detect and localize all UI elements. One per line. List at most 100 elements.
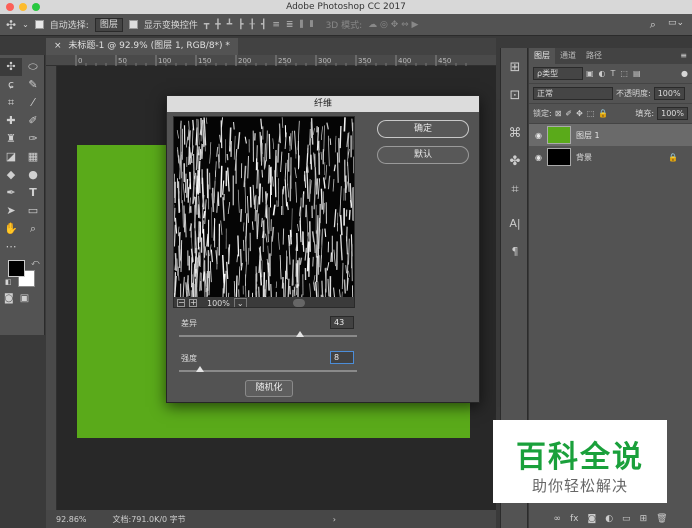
close-icon[interactable] [6,3,14,11]
workspace-icon[interactable]: ▭⌄ [668,18,684,32]
crop-tool-icon[interactable]: ⌗ [0,94,22,112]
align-left-icon[interactable]: ┣ [238,20,243,30]
new-layer-icon[interactable]: ⊞ [640,514,648,524]
tab-channels[interactable]: 通道 [555,48,581,64]
align-middle-icon[interactable]: ╋ [215,20,220,30]
history-brush-icon[interactable]: ✑ [22,130,44,148]
show-transform-checkbox[interactable] [128,20,138,29]
crop-panel-icon[interactable]: ⌗ [501,176,529,204]
distribute-2-icon[interactable]: ≣ [286,20,294,30]
preview-hscroll-thumb[interactable] [292,299,305,307]
randomize-button[interactable]: 随机化 [245,380,293,397]
more-tools-icon[interactable]: ⋯ [0,238,22,256]
maximize-icon[interactable] [32,3,40,11]
zoom-in-icon[interactable]: + [189,299,197,307]
strength-input[interactable]: 8 [330,351,354,364]
lock-icons[interactable]: ⊠✐✥⬚🔒 [555,109,613,118]
default-colors-icon[interactable]: ◧ [5,278,12,286]
fx-icon[interactable]: fx [570,514,579,524]
marquee-tool-icon[interactable]: ⬭ [22,58,44,76]
panel-menu-icon[interactable]: ≡ [680,48,692,64]
distribute-icon[interactable]: ≡ [272,20,280,30]
status-arrow-icon[interactable]: › [333,515,336,524]
tab-layers[interactable]: 图层 [529,48,555,64]
search-icon[interactable]: ⌕ [650,18,656,32]
document-tab[interactable]: × 未标题-1 @ 92.9% (图层 1, RGB/8*) * [46,38,238,55]
eye-icon[interactable]: ◉ [535,153,542,162]
auto-select-dropdown[interactable]: 图层 [94,17,123,32]
fiber-strand [277,143,280,163]
puzzle-panel-icon[interactable]: ✤ [501,148,529,176]
ruler-tick-label: 0 [78,57,82,65]
gradient-tool-icon[interactable]: ▦ [22,148,44,166]
foreground-color[interactable] [8,260,25,277]
character-panel-icon[interactable]: A| [501,210,529,238]
ok-button[interactable]: 确定 [377,120,469,138]
filter-toggle-icon[interactable]: ● [681,69,688,78]
screen-mode-icon[interactable]: ▣ [20,290,29,308]
layer-row[interactable]: ◉ 图层 1 [529,124,692,146]
paragraph-panel-icon[interactable]: ¶ [501,238,529,266]
strength-slider-thumb[interactable] [196,366,205,372]
align-center-icon[interactable]: ╂ [250,20,255,30]
preview-scroll-thumb[interactable] [352,187,354,221]
variance-slider-track[interactable] [179,335,357,337]
group-icon[interactable]: ▭ [622,514,631,524]
filter-preview[interactable]: − + 100% ⌄ [173,116,355,308]
shape-tool-icon[interactable]: ▭ [22,202,44,220]
align-right-icon[interactable]: ┫ [261,20,266,30]
history-panel-icon[interactable]: ⊞ [501,54,529,82]
brush-tool-icon[interactable]: ✐ [22,112,44,130]
swap-colors-icon[interactable]: ⤺ [31,258,40,268]
zoom-dropdown-icon[interactable]: ⌄ [233,297,247,307]
align-top-icon[interactable]: ┳ [204,20,209,30]
default-button[interactable]: 默认 [377,146,469,164]
zoom-tool-icon[interactable]: ⌕ [22,220,44,238]
move-tool-icon[interactable]: ✣ [6,16,16,34]
eye-icon[interactable]: ◉ [535,131,542,140]
properties-panel-icon[interactable]: ⊡ [501,82,529,110]
layer-row[interactable]: ◉ 背景 🔒 [529,146,692,168]
variance-input[interactable]: 43 [330,316,354,329]
move-tool-icon[interactable]: ✣ [0,58,22,76]
hand-tool-icon[interactable]: ✋ [0,220,22,238]
eyedropper-tool-icon[interactable]: ⁄ [22,94,44,112]
close-tab-icon[interactable]: × [54,41,62,51]
lasso-tool-icon[interactable]: ɕ [0,76,22,94]
auto-select-checkbox[interactable] [34,20,44,29]
minimize-icon[interactable] [19,3,27,11]
healing-tool-icon[interactable]: ✚ [0,112,22,130]
blur-tool-icon[interactable]: ◆ [0,166,22,184]
stamp-tool-icon[interactable]: ♜ [0,130,22,148]
zoom-level[interactable]: 92.86% [56,515,87,524]
adjustment-icon[interactable]: ◐ [605,514,613,524]
type-tool-icon[interactable]: T [22,184,44,202]
fiber-preview-image [174,117,354,297]
filter-icons[interactable]: ▣◐T⬚▤ [586,69,646,78]
trash-icon[interactable]: 🗑 [656,514,667,524]
quick-select-tool-icon[interactable]: ✎ [22,76,44,94]
tool-preset-chevron-icon[interactable]: ⌄ [22,20,29,29]
fill-input[interactable]: 100% [657,107,688,120]
pen-tool-icon[interactable]: ✒ [0,184,22,202]
zoom-out-icon[interactable]: − [177,299,185,307]
eraser-tool-icon[interactable]: ◪ [0,148,22,166]
quick-mask-icon[interactable]: ◙ [4,290,14,308]
layer-filter-dropdown[interactable]: ρ类型 [533,67,583,80]
fiber-strand [258,183,262,205]
strength-slider-track[interactable] [179,370,357,372]
path-select-tool-icon[interactable]: ➤ [0,202,22,220]
brush-panel-icon[interactable]: ⌘ [501,120,529,148]
variance-slider-thumb[interactable] [296,331,305,337]
dodge-tool-icon[interactable]: ● [22,166,44,184]
blend-mode-dropdown[interactable]: 正常 [533,87,613,100]
tab-paths[interactable]: 路径 [581,48,607,64]
align-bottom-icon[interactable]: ┻ [227,20,232,30]
orbit-3d-icon[interactable]: ☁ ◎ ✥ ⇔ ▶ [368,20,418,30]
distribute-4-icon[interactable]: ⦀ [310,20,314,30]
tools-panel: ✣ ⬭ ɕ ✎ ⌗ ⁄ ✚ ✐ ♜ ✑ ◪ ▦ ◆ ● ✒ T ➤ ▭ ✋ ⌕ … [0,55,45,335]
mask-icon[interactable]: ◙ [587,514,596,524]
link-layers-icon[interactable]: ∞ [553,514,561,524]
distribute-3-icon[interactable]: ⫼ [299,20,303,30]
opacity-input[interactable]: 100% [653,87,685,100]
